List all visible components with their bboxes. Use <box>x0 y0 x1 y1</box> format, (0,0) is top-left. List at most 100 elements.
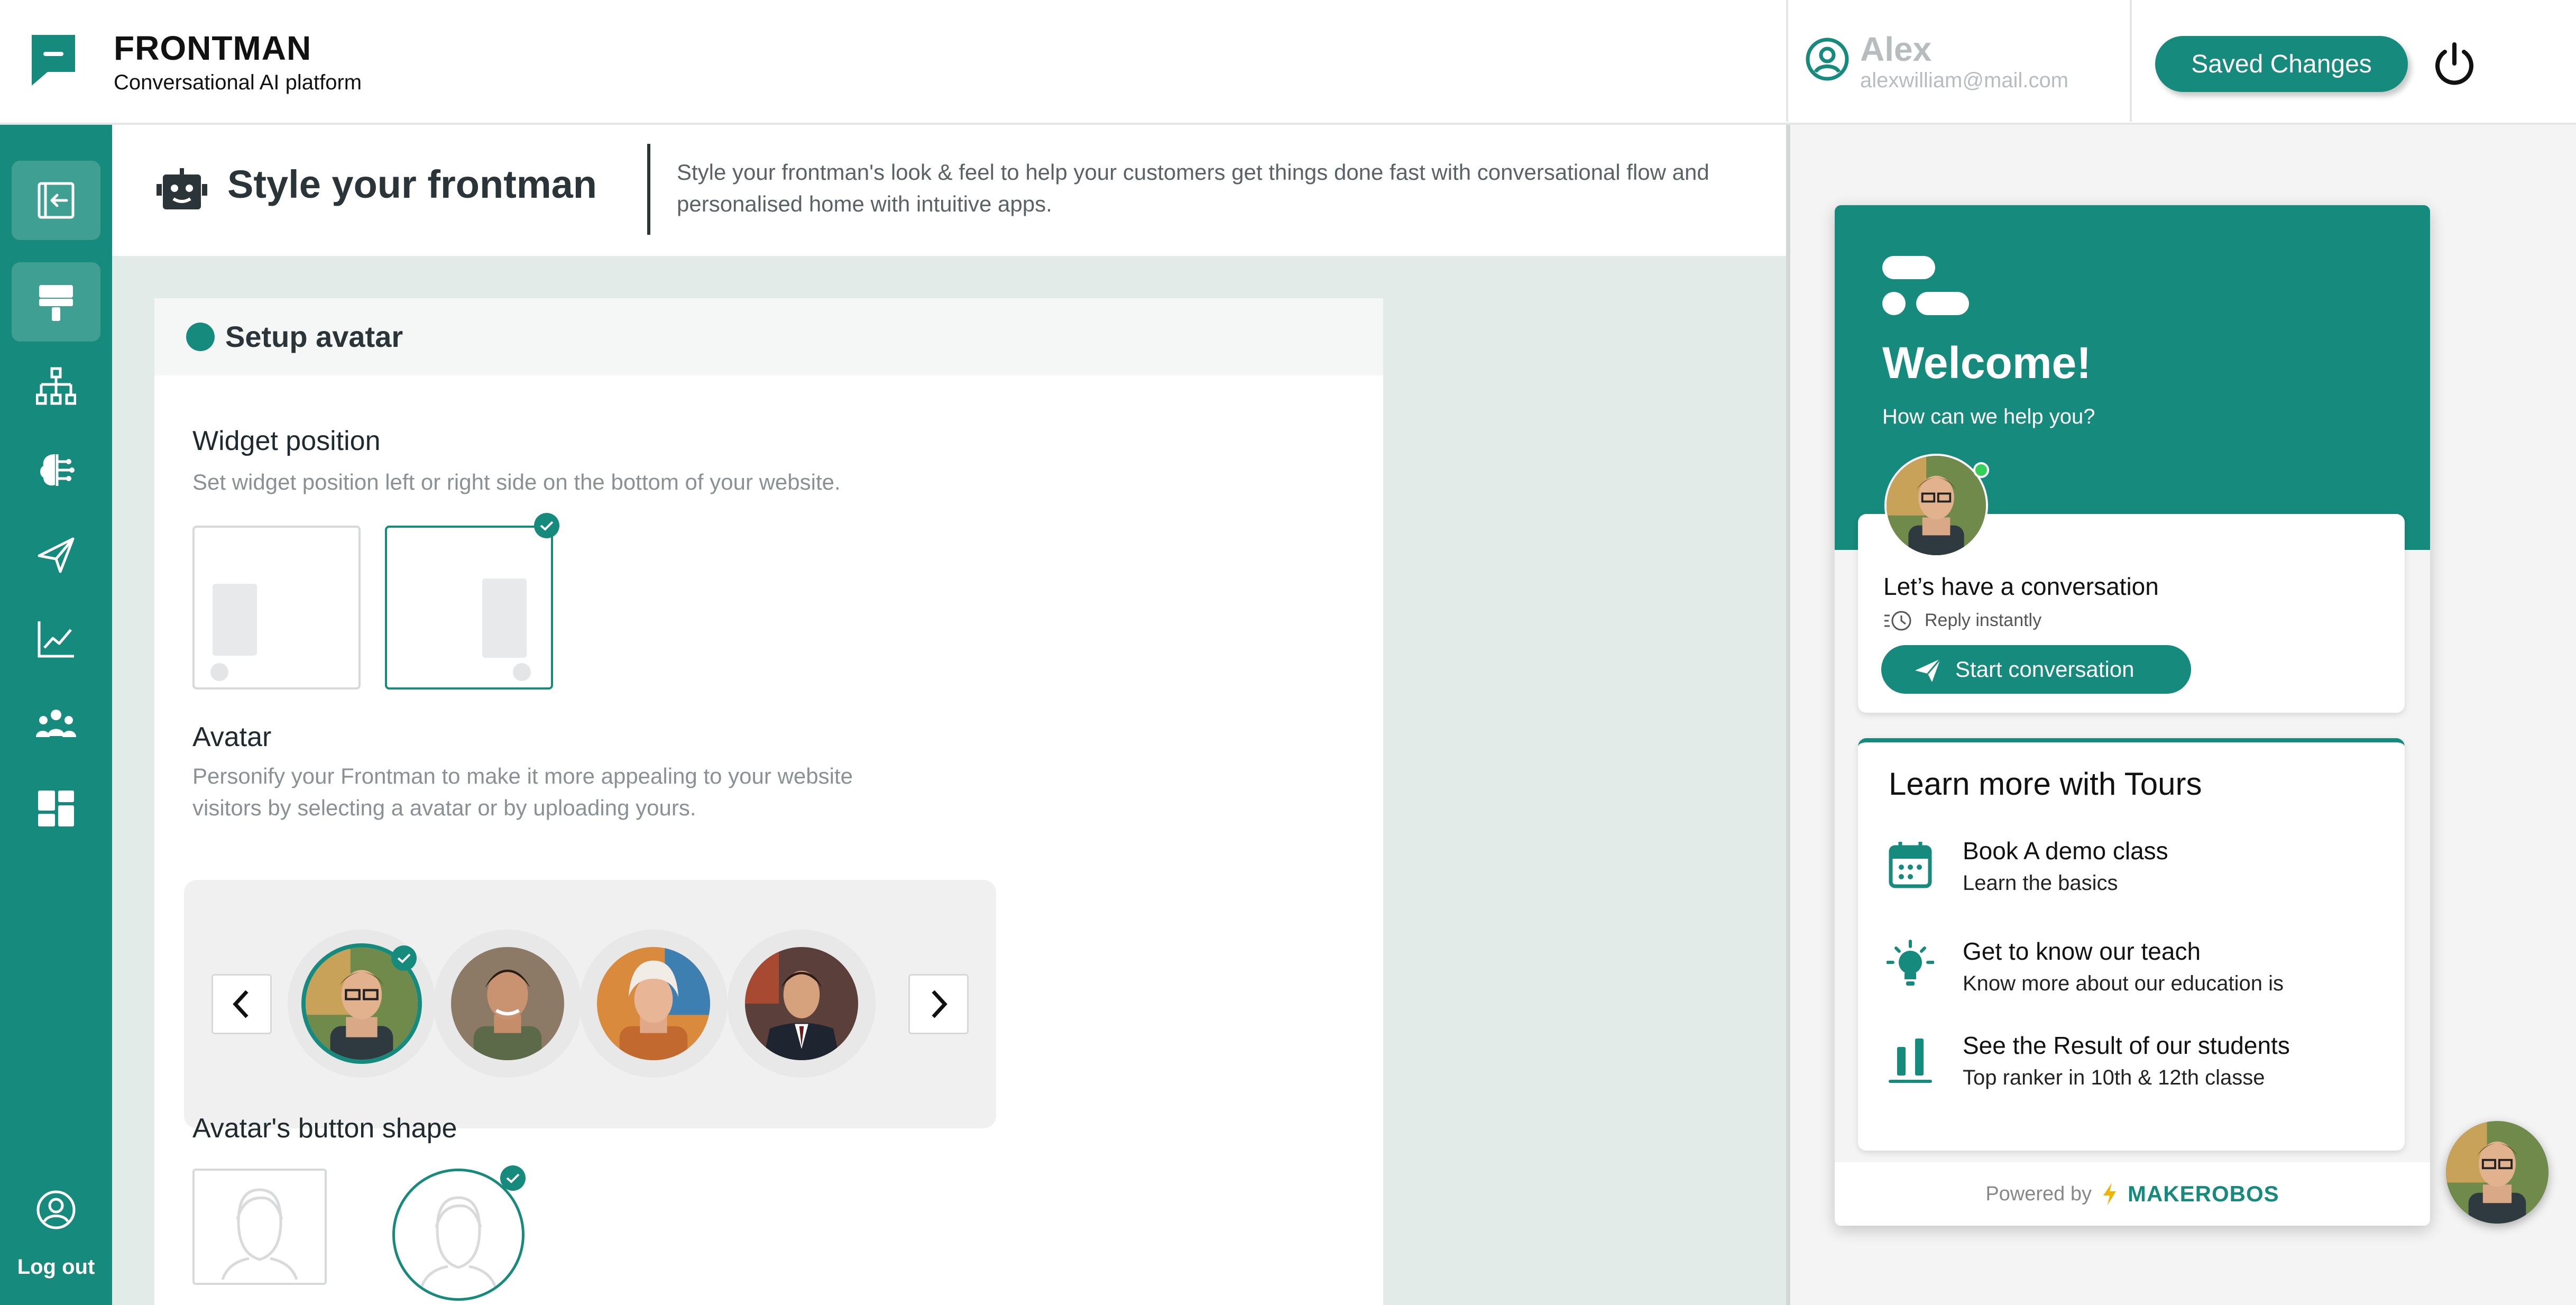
status-dot <box>186 323 215 351</box>
carousel-prev-button[interactable] <box>211 974 272 1034</box>
sidebar-collapse-button[interactable] <box>12 161 100 240</box>
sidebar-item-send[interactable] <box>12 515 100 594</box>
tour-title: See the Result of our students <box>1963 1032 2290 1059</box>
users-icon <box>36 710 76 737</box>
paint-roller-icon <box>39 285 73 321</box>
tour-subtitle: Learn the basics <box>1963 871 2118 895</box>
logout-link[interactable]: Log out <box>0 1255 112 1279</box>
avatar-option-3[interactable] <box>597 947 710 1060</box>
tour-subtitle: Top ranker in 10th & 12th classe <box>1963 1066 2265 1089</box>
sidebar-item-style[interactable] <box>12 262 100 342</box>
clock-icon <box>1884 611 1911 631</box>
start-conversation-button[interactable]: Start conversation <box>1881 645 2191 694</box>
top-header: FRONTMAN Conversational AI platform Alex… <box>0 0 2576 125</box>
widget-position-title: Widget position <box>192 426 381 456</box>
collapse-arrow-icon <box>38 182 75 219</box>
send-icon <box>1915 658 1942 682</box>
page-description: Style your frontman's look & feel to hel… <box>677 160 1709 216</box>
main-content: Setup avatar Widget position Set widget … <box>112 256 1786 1305</box>
person-portrait-icon <box>745 947 858 1060</box>
user-name: Alex <box>1860 30 1932 68</box>
start-conversation-label: Start conversation <box>1955 657 2135 682</box>
powered-by-brand[interactable]: MAKEROBOS <box>2128 1181 2279 1207</box>
tour-item[interactable]: Get to know our teach Know more about ou… <box>1858 937 2405 1016</box>
widget-button-preview <box>513 663 531 681</box>
chat-bubbles-icon <box>1882 256 1969 315</box>
saved-changes-button[interactable]: Saved Changes <box>2155 36 2408 92</box>
line-chart-icon <box>38 621 74 658</box>
brand-subtitle: Conversational AI platform <box>114 71 362 94</box>
tour-item[interactable]: Book A demo class Learn the basics <box>1858 837 2405 916</box>
paper-plane-icon <box>38 537 75 573</box>
powered-by-text: Powered by <box>1985 1182 2092 1205</box>
welcome-subheading: How can we help you? <box>1882 405 2095 428</box>
tour-subtitle: Know more about our education is <box>1963 972 2284 995</box>
setup-avatar-card: Setup avatar Widget position Set widget … <box>154 298 1383 1305</box>
header-divider <box>2130 0 2132 122</box>
power-icon[interactable] <box>2429 39 2480 90</box>
widget-position-subtitle: Set widget position left or right side o… <box>192 470 841 494</box>
online-status-dot <box>1973 462 1989 478</box>
lightning-bolt-icon <box>2103 1183 2116 1205</box>
sidebar-item-apps[interactable] <box>12 769 100 848</box>
avatar-option-2[interactable] <box>451 947 564 1060</box>
person-portrait-icon <box>597 947 710 1060</box>
brain-icon <box>40 454 75 486</box>
card-header: Setup avatar <box>154 298 1383 375</box>
sidebar-item-brain[interactable] <box>12 430 100 510</box>
tour-item[interactable]: See the Result of our students Top ranke… <box>1858 1031 2405 1110</box>
tour-title: Book A demo class <box>1963 837 2168 865</box>
selected-check-icon <box>391 945 417 971</box>
chat-launcher-button[interactable] <box>2446 1121 2549 1224</box>
brand-name: FRONTMAN <box>114 29 312 67</box>
user-avatar-icon[interactable] <box>1805 37 1850 81</box>
sidebar-item-flow[interactable] <box>12 347 100 426</box>
org-chart-icon <box>36 367 76 405</box>
reply-instantly-text: Reply instantly <box>1925 610 2042 630</box>
carousel-next-button[interactable] <box>908 974 969 1034</box>
conversation-title: Let’s have a conversation <box>1883 573 2159 600</box>
page-title: Style your frontman <box>227 162 597 206</box>
chevron-left-icon <box>233 990 249 1018</box>
tour-title: Get to know our teach <box>1963 938 2201 965</box>
position-right-option[interactable] <box>385 526 553 690</box>
dashboard-icon <box>38 791 74 826</box>
widget-button-preview <box>210 663 228 681</box>
person-portrait-icon <box>2446 1121 2549 1224</box>
chevron-right-icon <box>932 990 947 1018</box>
selected-check-icon <box>500 1165 526 1191</box>
avatar-option-4[interactable] <box>745 947 858 1060</box>
tours-card: Learn more with Tours Book A demo class … <box>1858 738 2405 1151</box>
sidebar-item-team[interactable] <box>12 684 100 764</box>
agent-avatar <box>1884 454 1988 557</box>
button-shape-title: Avatar's button shape <box>192 1113 457 1144</box>
selected-check-icon <box>534 513 559 538</box>
widget-footer: Powered by MAKEROBOS <box>1835 1162 2430 1226</box>
avatar-title: Avatar <box>192 722 272 752</box>
header-divider <box>1786 0 1788 122</box>
person-portrait-icon <box>1887 456 1986 555</box>
avatar-carousel <box>184 880 996 1128</box>
widget-panel-preview <box>213 584 257 656</box>
sidebar-item-analytics[interactable] <box>12 600 100 679</box>
preview-divider <box>1786 125 1790 1305</box>
app-root: FRONTMAN Conversational AI platform Alex… <box>0 0 2576 1305</box>
title-divider <box>647 144 650 235</box>
page-title-bar: Style your frontman Style your frontman'… <box>112 125 1786 256</box>
face-silhouette-icon <box>221 1188 298 1280</box>
card-title: Setup avatar <box>225 320 403 353</box>
chat-widget-preview: Welcome! How can we help you? Let’s have… <box>1835 205 2430 1226</box>
person-portrait-icon <box>451 947 564 1060</box>
sidebar: Log out <box>0 125 112 1305</box>
widget-panel-preview <box>482 578 527 658</box>
user-email: alexwilliam@mail.com <box>1860 69 2069 92</box>
welcome-heading: Welcome! <box>1882 338 2092 388</box>
shape-square-option[interactable] <box>192 1169 327 1285</box>
position-left-option[interactable] <box>192 526 361 690</box>
frontman-logo-icon <box>32 35 75 86</box>
lightbulb-icon <box>1887 940 1934 986</box>
tours-title: Learn more with Tours <box>1889 766 2202 802</box>
shape-circle-option[interactable] <box>392 1169 525 1301</box>
calendar-icon <box>1889 842 1932 888</box>
logout-user-icon[interactable] <box>35 1189 77 1231</box>
